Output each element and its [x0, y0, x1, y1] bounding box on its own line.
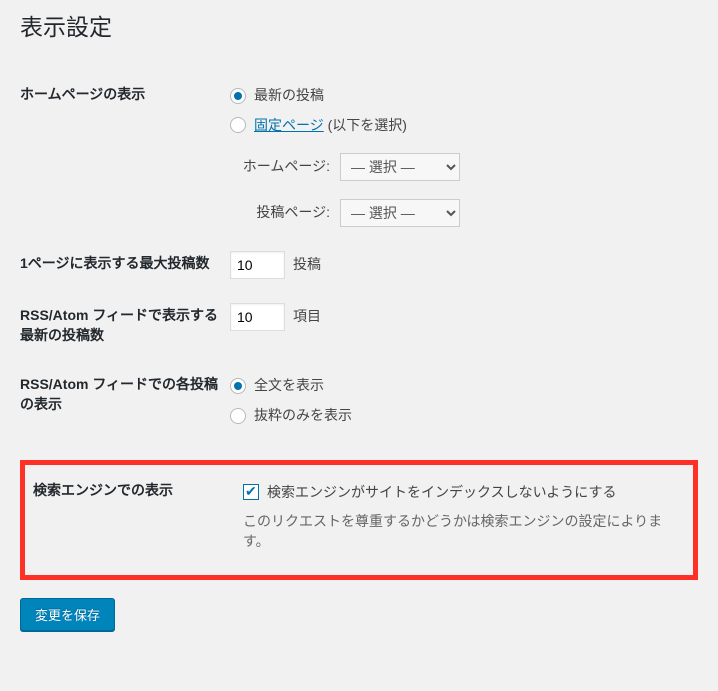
label-rss-items: RSS/Atom フィードで表示する最新の投稿数: [20, 291, 230, 360]
radio-summary[interactable]: [230, 408, 246, 424]
search-engine-highlight: 検索エンジンでの表示 検索エンジンがサイトをインデックスしないようにする このリ…: [20, 460, 698, 581]
homepage-select-row: ホームページ: — 選択 —: [230, 153, 688, 181]
static-page-suffix: (以下を選択): [324, 117, 407, 133]
radio-latest-posts[interactable]: [230, 88, 246, 104]
search-engine-description: このリクエストを尊重するかどうかは検索エンジンの設定によります。: [243, 512, 675, 551]
save-button[interactable]: 変更を保存: [20, 598, 115, 631]
checkbox-noindex-label: 検索エンジンがサイトをインデックスしないようにする: [267, 483, 616, 503]
row-search-engine: 検索エンジンでの表示 検索エンジンがサイトをインデックスしないようにする このリ…: [33, 477, 685, 564]
row-posts-per-page: 1ページに表示する最大投稿数 投稿: [20, 239, 698, 291]
settings-form: ホームページの表示 最新の投稿 固定ページ (以下を選択) ホームページ: — …: [20, 70, 698, 448]
row-feed-content: RSS/Atom フィードでの各投稿の表示 全文を表示 抜粋のみを表示: [20, 360, 698, 447]
unit-posts-per-page: 投稿: [293, 255, 321, 275]
label-posts-per-page: 1ページに表示する最大投稿数: [20, 239, 230, 291]
radio-latest-posts-wrapper: 最新の投稿: [230, 86, 688, 106]
radio-summary-label: 抜粋のみを表示: [254, 406, 352, 426]
posts-page-select-label: 投稿ページ:: [230, 203, 330, 223]
radio-latest-posts-label: 最新の投稿: [254, 86, 324, 106]
label-feed-content: RSS/Atom フィードでの各投稿の表示: [20, 360, 230, 447]
checkbox-noindex-wrapper: 検索エンジンがサイトをインデックスしないようにする: [243, 483, 675, 503]
checkbox-noindex[interactable]: [243, 484, 259, 500]
radio-full-text[interactable]: [230, 378, 246, 394]
page-title: 表示設定: [20, 8, 698, 42]
radio-full-text-wrapper: 全文を表示: [230, 376, 688, 396]
row-rss-items: RSS/Atom フィードで表示する最新の投稿数 項目: [20, 291, 698, 360]
radio-summary-wrapper: 抜粋のみを表示: [230, 406, 688, 426]
label-search-engine: 検索エンジンでの表示: [33, 477, 243, 564]
row-homepage-display: ホームページの表示 最新の投稿 固定ページ (以下を選択) ホームページ: — …: [20, 70, 698, 239]
input-rss-items[interactable]: [230, 303, 285, 331]
radio-full-text-label: 全文を表示: [254, 376, 324, 396]
posts-page-select[interactable]: — 選択 —: [340, 199, 460, 227]
input-posts-per-page[interactable]: [230, 251, 285, 279]
radio-static-page[interactable]: [230, 117, 246, 133]
radio-static-page-wrapper: 固定ページ (以下を選択): [230, 116, 688, 136]
posts-page-select-row: 投稿ページ: — 選択 —: [230, 199, 688, 227]
homepage-select[interactable]: — 選択 —: [340, 153, 460, 181]
radio-static-page-label: 固定ページ (以下を選択): [254, 116, 407, 136]
label-homepage-display: ホームページの表示: [20, 70, 230, 239]
static-page-link[interactable]: 固定ページ: [254, 117, 324, 133]
unit-rss-items: 項目: [293, 307, 321, 327]
homepage-select-label: ホームページ:: [230, 157, 330, 177]
